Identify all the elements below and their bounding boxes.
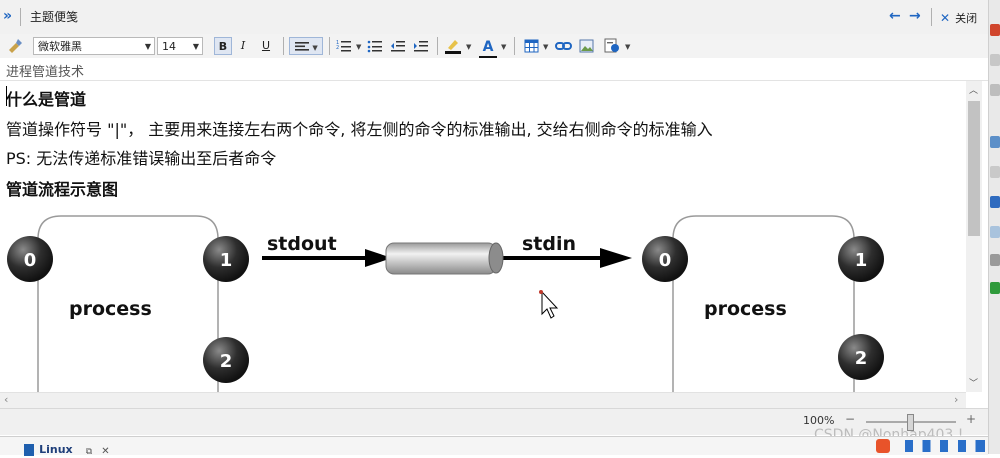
scroll-thumb[interactable]: [968, 101, 980, 236]
svg-text:2: 2: [336, 45, 339, 51]
text-caret: [6, 86, 7, 106]
tab-linux[interactable]: Linux ⧉ ✕: [24, 439, 110, 457]
tab-linux-label: Linux: [39, 443, 73, 456]
font-color-button[interactable]: A: [479, 36, 497, 59]
image-icon[interactable]: [579, 39, 594, 53]
divider: [283, 37, 284, 55]
stdin-label: stdin: [522, 233, 576, 255]
title-bar: » 主题便笺 ← → ✕ 关闭: [0, 0, 988, 35]
bottom-tab-strip: Linux ⧉ ✕: [0, 436, 988, 457]
scroll-right-icon[interactable]: ›: [954, 393, 958, 406]
underline-button[interactable]: U: [258, 37, 274, 55]
chevron-down-icon: ▼: [144, 42, 151, 51]
side-app-icon-doc[interactable]: [990, 54, 1000, 66]
expand-double-chevron-icon[interactable]: »: [3, 8, 12, 24]
right-fd2-label: 2: [855, 348, 868, 369]
left-fd1-label: 1: [220, 250, 233, 271]
font-size-select[interactable]: 14 ▼: [157, 37, 203, 55]
font-color-letter: A: [482, 39, 494, 55]
pipe-tube: [385, 242, 497, 275]
chevron-down-icon[interactable]: ▼: [543, 43, 548, 51]
divider: [514, 37, 515, 55]
chevron-down-icon[interactable]: ▼: [466, 43, 471, 51]
heading-what-is-pipe: 什么是管道: [6, 90, 87, 109]
chevron-down-icon[interactable]: ▼: [501, 43, 506, 51]
paragraph-ps-note: PS: 无法传递标准错误输出至后者命令: [6, 149, 277, 168]
left-fd2-label: 2: [220, 351, 233, 372]
note-content-area[interactable]: 什么是管道 管道操作符号 "|"， 主要用来连接左右两个命令, 将左侧的命令的标…: [0, 81, 966, 392]
scroll-left-icon[interactable]: ‹: [4, 393, 8, 406]
format-painter-icon[interactable]: [7, 38, 22, 53]
bold-button[interactable]: B: [214, 37, 232, 55]
link-icon[interactable]: [555, 40, 572, 52]
format-toolbar: 微软雅黑 ▼ 14 ▼ B I U ▼ 1 2 ▼ ▼ A ▼ ▼ ▼: [0, 34, 988, 59]
bullet-list-icon[interactable]: [367, 39, 383, 53]
close-x-icon: ✕: [940, 11, 951, 25]
close-label: 关闭: [955, 12, 978, 25]
font-family-select[interactable]: 微软雅黑 ▼: [33, 37, 155, 55]
align-left-icon: [295, 42, 310, 51]
zoom-level: 100%: [803, 414, 835, 427]
chevron-down-icon[interactable]: ▼: [625, 43, 630, 51]
left-process-label: process: [69, 298, 152, 320]
pipe-tube-end: [488, 242, 504, 274]
side-app-icon-light-blue[interactable]: [990, 226, 1000, 238]
arrow-right-icon[interactable]: →: [909, 8, 921, 24]
tab-close-icon[interactable]: ✕: [101, 446, 109, 457]
side-app-icon-dark-blue[interactable]: [990, 196, 1000, 208]
left-fd0-label: 0: [24, 250, 37, 271]
stdin-arrowhead: [600, 248, 632, 268]
side-app-icon-search[interactable]: [990, 166, 1000, 178]
close-button[interactable]: ✕ 关闭: [940, 0, 977, 34]
highlight-pen-icon[interactable]: [444, 37, 462, 55]
sogou-ime-icon[interactable]: [876, 439, 890, 453]
insert-object-icon[interactable]: [604, 38, 621, 53]
vertical-scrollbar[interactable]: ︿ ﹀: [966, 81, 982, 392]
stdout-label: stdout: [267, 233, 337, 255]
divider: [437, 37, 438, 55]
indent-icon[interactable]: [413, 39, 429, 53]
chevron-down-icon[interactable]: ▼: [356, 43, 361, 51]
side-app-icon-red[interactable]: [990, 24, 1000, 36]
outdent-icon[interactable]: [390, 39, 406, 53]
side-app-icon-blue[interactable]: [990, 136, 1000, 148]
ime-toolbar-icons[interactable]: [905, 440, 985, 452]
cursor-dot: [539, 290, 543, 294]
pipe-flow-diagram: stdout stdin process process 0 1 2 0 1 2: [7, 215, 884, 392]
align-select-button[interactable]: ▼: [289, 37, 323, 55]
mouse-cursor-icon: [541, 290, 559, 319]
subject-input[interactable]: 进程管道技术: [6, 61, 84, 80]
tab-popout-icon[interactable]: ⧉: [86, 447, 92, 457]
italic-button[interactable]: I: [235, 37, 251, 55]
tab-strip-edge: [0, 437, 8, 455]
side-app-icon-gray[interactable]: [990, 84, 1000, 96]
right-fd1-label: 1: [855, 250, 868, 271]
panel-title: 主题便笺: [30, 10, 79, 24]
divider: [20, 8, 21, 26]
font-size-value: 14: [162, 40, 176, 53]
zoom-in-button[interactable]: +: [966, 412, 976, 426]
side-app-icon-green[interactable]: [990, 282, 1000, 294]
divider: [931, 8, 932, 26]
right-fd0-label: 0: [659, 250, 672, 271]
divider: [329, 37, 330, 55]
scroll-up-icon[interactable]: ︿: [969, 83, 978, 96]
chevron-down-icon: ▼: [192, 42, 199, 51]
subject-bar: 进程管道技术: [0, 58, 988, 81]
side-app-icon-globe[interactable]: [990, 254, 1000, 266]
heading-pipe-diagram: 管道流程示意图: [6, 180, 119, 199]
paragraph-pipe-operator: 管道操作符号 "|"， 主要用来连接左右两个命令, 将左侧的命令的标准输出, 交…: [6, 120, 713, 139]
arrow-left-icon[interactable]: ←: [889, 8, 901, 24]
numbered-list-icon[interactable]: 1 2: [336, 39, 352, 53]
status-bar: 100% − + CSDN @Nonhap403 !: [0, 408, 988, 443]
right-process-label: process: [704, 298, 787, 320]
scroll-down-icon[interactable]: ﹀: [969, 376, 978, 389]
right-side-panel: [988, 0, 1000, 454]
zoom-out-button[interactable]: −: [845, 412, 855, 426]
horizontal-scrollbar[interactable]: ‹ ›: [0, 392, 966, 409]
table-icon[interactable]: [524, 39, 539, 53]
font-family-value: 微软雅黑: [38, 40, 82, 53]
